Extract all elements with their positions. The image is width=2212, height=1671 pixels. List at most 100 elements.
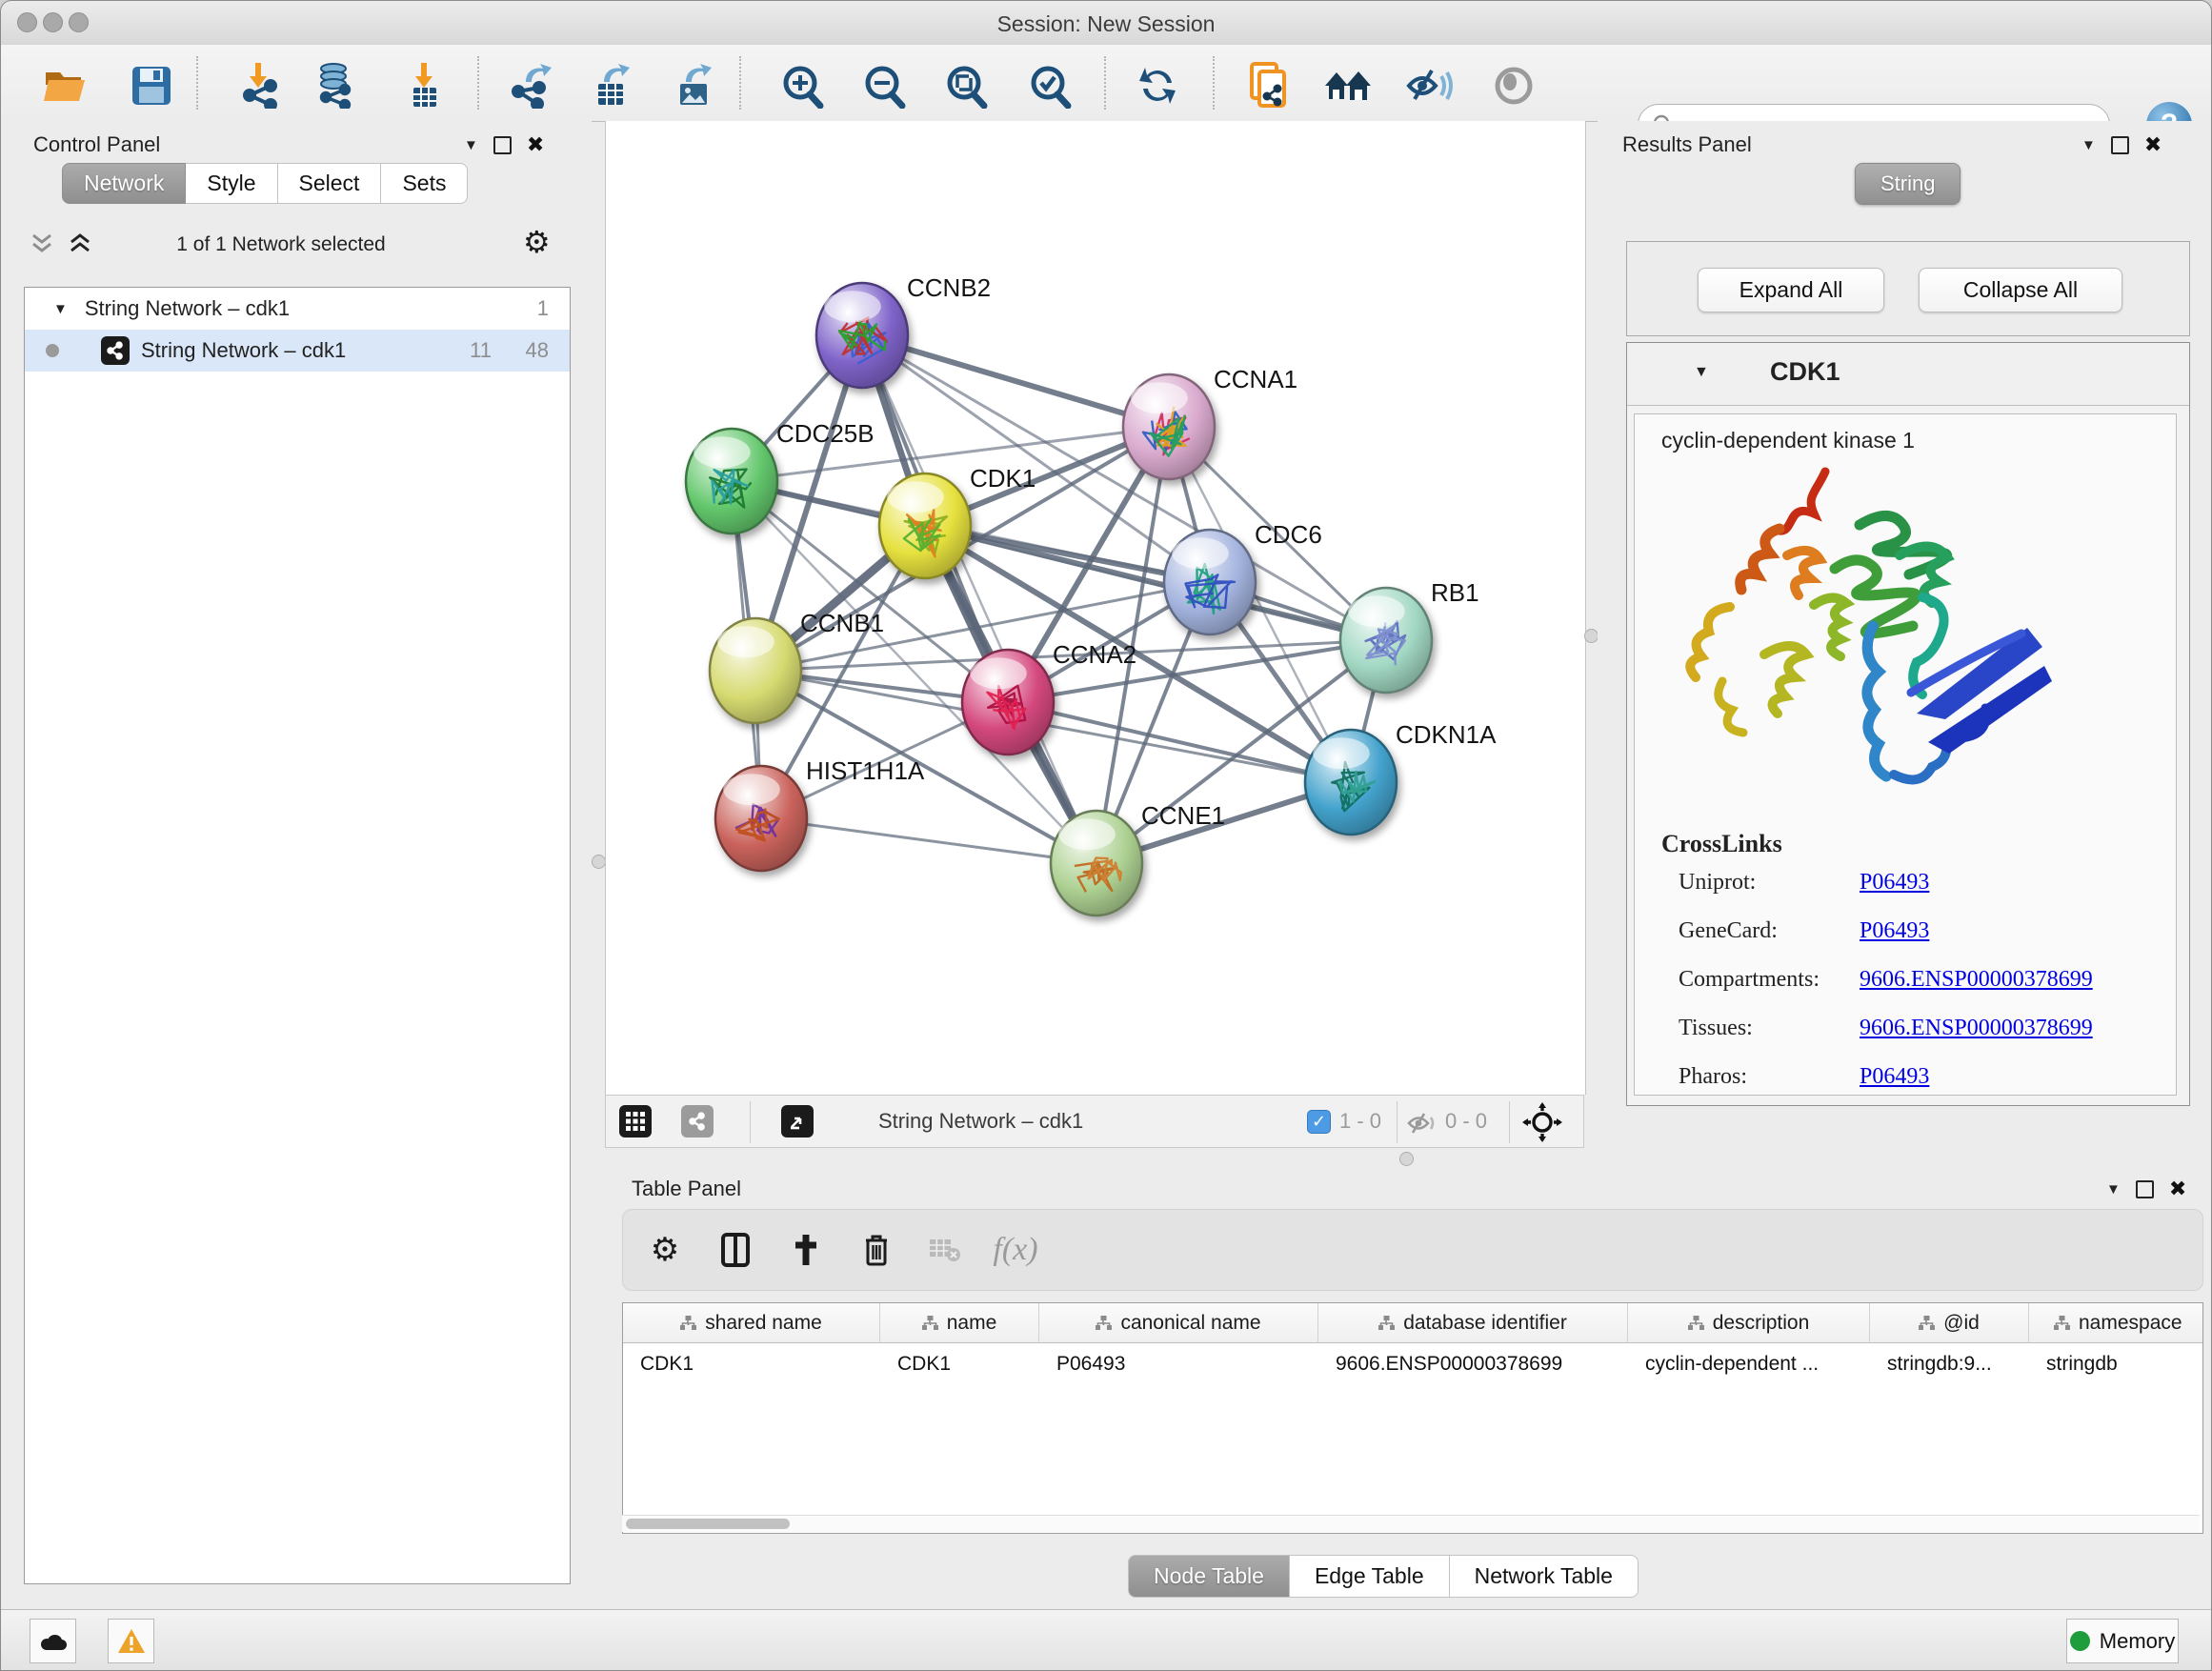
- table-cell[interactable]: stringdb:9...: [1870, 1343, 2029, 1383]
- tab-edge-table[interactable]: Edge Table: [1290, 1555, 1450, 1598]
- tab-network-table[interactable]: Network Table: [1450, 1555, 1639, 1598]
- network-panel-gear-icon[interactable]: ⚙: [523, 224, 551, 260]
- crosslink-value-link[interactable]: P06493: [1860, 870, 1929, 896]
- collection-expand-icon[interactable]: ▼: [53, 301, 68, 317]
- show-eye-button[interactable]: [1489, 61, 1538, 111]
- column-header-namespace[interactable]: namespace: [2029, 1303, 2203, 1343]
- memory-button[interactable]: Memory: [2066, 1619, 2179, 1663]
- open-in-window-icon[interactable]: [781, 1105, 814, 1137]
- network-view-share-icon[interactable]: [681, 1105, 714, 1137]
- results-panel-float-icon[interactable]: [2111, 136, 2129, 154]
- table-cell[interactable]: stringdb: [2029, 1343, 2203, 1383]
- tab-select[interactable]: Select: [278, 163, 382, 204]
- node-CDC6[interactable]: [1164, 530, 1256, 634]
- table-cell[interactable]: CDK1: [623, 1343, 880, 1383]
- collapse-all-button[interactable]: Collapse All: [1919, 268, 2122, 312]
- column-header-name[interactable]: name: [880, 1303, 1039, 1343]
- add-column-icon[interactable]: [781, 1229, 831, 1271]
- table-cell[interactable]: P06493: [1039, 1343, 1318, 1383]
- column-header-shared-name[interactable]: shared name: [623, 1303, 880, 1343]
- table-panel-float-icon[interactable]: [2136, 1180, 2154, 1198]
- import-table-button[interactable]: [399, 61, 449, 111]
- left-splitter[interactable]: [592, 121, 605, 1148]
- node-CDKN1A[interactable]: [1305, 730, 1397, 835]
- tab-network[interactable]: Network: [62, 163, 186, 204]
- cloud-button[interactable]: [30, 1619, 76, 1663]
- zoom-fit-button[interactable]: [942, 61, 992, 111]
- scrollbar-thumb[interactable]: [626, 1519, 790, 1529]
- table-row[interactable]: CDK1CDK1P064939606.ENSP00000378699cyclin…: [623, 1343, 2202, 1383]
- node-RB1[interactable]: [1340, 588, 1432, 693]
- node-CDC25B[interactable]: [686, 429, 777, 534]
- node-table[interactable]: shared namenamecanonical namedatabase id…: [622, 1302, 2203, 1534]
- horizontal-splitter[interactable]: [605, 1150, 2212, 1167]
- control-panel-menu-icon[interactable]: ▼: [464, 137, 478, 153]
- crosslink-value-link[interactable]: P06493: [1860, 1064, 1929, 1090]
- tab-style[interactable]: Style: [186, 163, 277, 204]
- show-columns-icon[interactable]: [711, 1229, 760, 1271]
- export-network-button[interactable]: [506, 61, 555, 111]
- crosslink-value-link[interactable]: P06493: [1860, 918, 1929, 944]
- table-panel-close-icon[interactable]: ✖: [2169, 1177, 2186, 1201]
- column-header-canonical-name[interactable]: canonical name: [1039, 1303, 1318, 1343]
- network-collection-row[interactable]: ▼ String Network – cdk1 1: [25, 288, 570, 330]
- network-row-selected[interactable]: String Network – cdk1 11 48: [25, 330, 570, 372]
- node-CCNB2[interactable]: [816, 283, 908, 388]
- zoom-out-button[interactable]: [860, 61, 910, 111]
- crosslink-value-link[interactable]: 9606.ENSP00000378699: [1860, 1016, 2093, 1041]
- table-panel-menu-icon[interactable]: ▼: [2106, 1181, 2121, 1198]
- export-image-button[interactable]: [670, 61, 719, 111]
- refresh-styles-button[interactable]: [1133, 61, 1182, 111]
- column-header-database-identifier[interactable]: database identifier: [1318, 1303, 1628, 1343]
- column-header--id[interactable]: @id: [1870, 1303, 2029, 1343]
- hide-glass-eye-button[interactable]: [1405, 61, 1455, 111]
- table-gear-icon[interactable]: ⚙: [640, 1229, 690, 1271]
- function-builder-icon[interactable]: f(x): [991, 1229, 1040, 1271]
- expand-all-button[interactable]: Expand All: [1698, 268, 1884, 312]
- table-cell[interactable]: cyclin-dependent ...: [1628, 1343, 1870, 1383]
- node-CDK1[interactable]: [879, 473, 971, 578]
- node-CCNA2[interactable]: [962, 650, 1054, 755]
- string-network-graph[interactable]: CCNB2CCNA1CDC25BCDK1CDC6RB1CCNB1CCNA2CDK…: [606, 121, 1585, 1095]
- table-cell[interactable]: CDK1: [880, 1343, 1039, 1383]
- import-network-button[interactable]: [235, 61, 285, 111]
- delete-table-icon[interactable]: [920, 1229, 970, 1271]
- delete-column-icon[interactable]: [852, 1229, 901, 1271]
- protein-structure-image: [1673, 464, 2073, 803]
- stringify-homes-button[interactable]: [1323, 61, 1373, 111]
- grid-view-icon[interactable]: [619, 1105, 652, 1137]
- save-session-button[interactable]: [127, 61, 176, 111]
- control-panel-float-icon[interactable]: [493, 136, 512, 154]
- warnings-button[interactable]: [108, 1619, 154, 1663]
- results-panel-close-icon[interactable]: ✖: [2144, 132, 2162, 157]
- open-session-button[interactable]: [41, 61, 90, 111]
- table-horizontal-scrollbar[interactable]: [622, 1515, 2200, 1532]
- crosslink-row: GeneCard:P06493: [1679, 918, 2155, 944]
- clone-network-button[interactable]: [1243, 61, 1293, 111]
- control-panel-close-icon[interactable]: ✖: [527, 132, 544, 157]
- zoom-in-button[interactable]: [778, 61, 828, 111]
- edge-CCNA2-CDKN1A[interactable]: [1008, 702, 1351, 782]
- birds-eye-view-icon[interactable]: [1522, 1102, 1562, 1142]
- export-table-button[interactable]: [588, 61, 637, 111]
- right-splitter[interactable]: [1584, 121, 1598, 1148]
- edge-CCNB2-CCNA1[interactable]: [862, 335, 1169, 427]
- tab-node-table[interactable]: Node Table: [1128, 1555, 1290, 1598]
- zoom-selected-button[interactable]: [1026, 61, 1076, 111]
- crosslink-value-link[interactable]: 9606.ENSP00000378699: [1860, 967, 2093, 993]
- node-CCNE1[interactable]: [1051, 811, 1142, 916]
- column-header-description[interactable]: description: [1628, 1303, 1870, 1343]
- results-panel-menu-icon[interactable]: ▼: [2081, 137, 2096, 153]
- table-cell[interactable]: 9606.ENSP00000378699: [1318, 1343, 1628, 1383]
- node-CCNB1[interactable]: [710, 618, 801, 723]
- tab-sets[interactable]: Sets: [381, 163, 468, 204]
- tab-string[interactable]: String: [1855, 163, 1961, 205]
- edge-HIST1H1A-CCNE1[interactable]: [761, 818, 1096, 863]
- network-canvas[interactable]: CCNB2CCNA1CDC25BCDK1CDC6RB1CCNB1CCNA2CDK…: [605, 121, 1586, 1095]
- node-CCNA1[interactable]: [1123, 374, 1215, 479]
- toolbar-separator: [1104, 56, 1106, 110]
- import-network-from-database-button[interactable]: [312, 61, 361, 111]
- node-HIST1H1A[interactable]: [715, 766, 807, 871]
- cdk1-collapse-icon[interactable]: ▼: [1694, 364, 1709, 381]
- selected-checkbox-icon[interactable]: ✓: [1307, 1110, 1331, 1134]
